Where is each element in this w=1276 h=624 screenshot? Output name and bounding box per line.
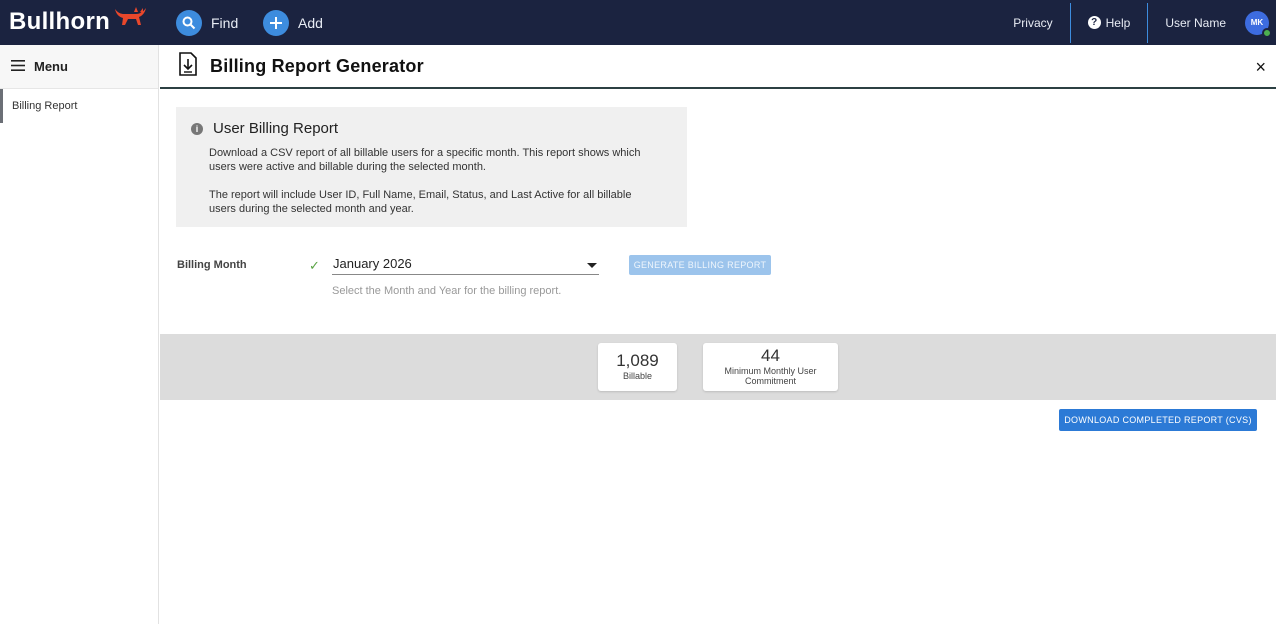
search-icon — [176, 9, 202, 36]
logo-text: Bullhorn — [9, 8, 111, 35]
checkmark-icon: ✓ — [309, 258, 320, 273]
sidebar-item-label: Billing Report — [12, 100, 78, 112]
info-title-row: i User Billing Report — [191, 120, 672, 137]
commitment-count: 44 — [761, 346, 780, 365]
billing-month-helper: Select the Month and Year for the billin… — [332, 285, 562, 297]
download-report-button[interactable]: DOWNLOAD COMPLETED REPORT (CVS) — [1059, 409, 1257, 431]
help-icon: ? — [1087, 16, 1101, 29]
add-button[interactable]: Add — [263, 9, 323, 36]
bull-icon — [112, 5, 148, 36]
commitment-stat-card: 44 Minimum Monthly User Commitment — [703, 343, 838, 391]
info-title: User Billing Report — [213, 120, 339, 137]
online-status-dot — [1262, 27, 1272, 38]
top-navigation-bar: Bullhorn Find Add Privacy ? Help User Na… — [0, 0, 1276, 45]
billing-month-label: Billing Month — [177, 259, 247, 271]
find-button[interactable]: Find — [176, 9, 238, 36]
user-name-menu[interactable]: User Name — [1148, 0, 1243, 45]
menu-toggle[interactable]: Menu — [0, 45, 158, 89]
top-right-nav: Privacy ? Help User Name MK — [996, 0, 1276, 45]
avatar-initials: MK — [1250, 18, 1264, 27]
billable-stat-card: 1,089 Billable — [598, 343, 677, 391]
info-panel: i User Billing Report Download a CSV rep… — [176, 107, 687, 227]
menu-label: Menu — [34, 59, 68, 74]
dropdown-arrow-icon — [587, 263, 597, 268]
privacy-link[interactable]: Privacy — [996, 0, 1069, 45]
billing-month-value: January 2026 — [333, 256, 412, 271]
add-label: Add — [298, 14, 323, 31]
billable-caption: Billable — [622, 371, 653, 381]
main-content: Billing Report Generator × i User Billin… — [160, 45, 1276, 624]
bullhorn-logo[interactable]: Bullhorn — [9, 5, 148, 36]
stats-band: 1,089 Billable 44 Minimum Monthly User C… — [160, 334, 1276, 400]
help-button[interactable]: ? Help — [1071, 0, 1148, 45]
sidebar: Menu Billing Report — [0, 45, 159, 624]
page-header: Billing Report Generator × — [160, 45, 1276, 89]
commitment-caption: Minimum Monthly User Commitment — [724, 366, 817, 386]
sidebar-item-billing-report[interactable]: Billing Report — [0, 89, 158, 123]
generate-billing-report-button[interactable]: GENERATE BILLING REPORT — [629, 255, 771, 275]
page-title: Billing Report Generator — [210, 55, 424, 76]
billing-month-select[interactable]: January 2026 — [332, 256, 599, 275]
plus-icon — [263, 9, 289, 36]
hamburger-icon — [11, 58, 25, 76]
info-paragraph-2: The report will include User ID, Full Na… — [209, 189, 632, 215]
help-label: Help — [1105, 15, 1131, 30]
info-icon: i — [191, 122, 203, 135]
info-paragraph-1: Download a CSV report of all billable us… — [209, 147, 641, 173]
close-icon[interactable]: × — [1255, 57, 1266, 78]
billable-count: 1,089 — [616, 351, 659, 370]
avatar[interactable]: MK — [1245, 10, 1272, 38]
download-document-icon — [178, 51, 198, 81]
find-label: Find — [211, 14, 239, 31]
